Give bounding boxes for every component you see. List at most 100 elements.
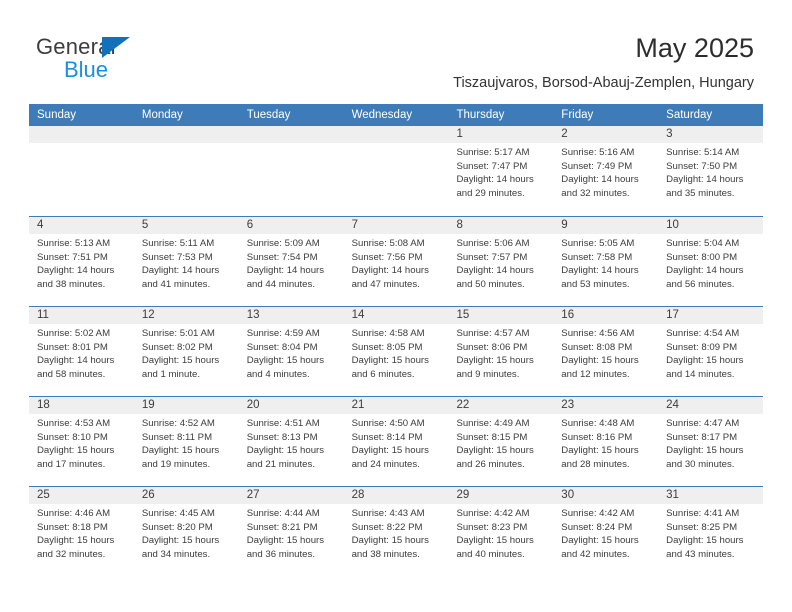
daylight-text-line1: Daylight: 15 hours	[666, 535, 744, 546]
day-cell[interactable]: 11 Sunrise: 5:02 AM Sunset: 8:01 PM Dayl…	[29, 307, 134, 396]
day-details	[29, 143, 134, 146]
day-cell[interactable]: 15 Sunrise: 4:57 AM Sunset: 8:06 PM Dayl…	[448, 307, 554, 396]
day-cell[interactable]: 25 Sunrise: 4:46 AM Sunset: 8:18 PM Dayl…	[29, 487, 134, 576]
daylight-text-line1: Daylight: 14 hours	[37, 265, 115, 276]
day-details	[239, 143, 344, 146]
day-cell[interactable]: 27 Sunrise: 4:44 AM Sunset: 8:21 PM Dayl…	[238, 487, 344, 576]
daylight-text-line2: and 50 minutes.	[456, 278, 525, 290]
day-number-band: 12	[133, 307, 239, 324]
day-details: Sunrise: 5:09 AM Sunset: 7:54 PM Dayligh…	[239, 234, 344, 291]
day-cell[interactable]: 22 Sunrise: 4:49 AM Sunset: 8:15 PM Dayl…	[448, 397, 554, 486]
sunset-text: Sunset: 8:16 PM	[561, 431, 633, 443]
sunrise-text: Sunrise: 4:41 AM	[666, 508, 740, 519]
sunset-text: Sunset: 8:17 PM	[666, 431, 738, 443]
daylight-text-line2: and 9 minutes.	[456, 368, 520, 380]
sunrise-text: Sunrise: 4:50 AM	[351, 418, 425, 429]
day-cell[interactable]: 24 Sunrise: 4:47 AM Sunset: 8:17 PM Dayl…	[658, 397, 764, 486]
weekday-header-row: Sunday Monday Tuesday Wednesday Thursday…	[29, 104, 763, 126]
weekday-header-monday: Monday	[141, 109, 183, 121]
week-row: 18 Sunrise: 4:53 AM Sunset: 8:10 PM Dayl…	[29, 396, 764, 486]
daylight-text-line2: and 38 minutes.	[351, 548, 420, 560]
sunset-text: Sunset: 8:04 PM	[246, 341, 318, 353]
sunrise-text: Sunrise: 4:48 AM	[561, 418, 635, 429]
day-cell[interactable]: 21 Sunrise: 4:50 AM Sunset: 8:14 PM Dayl…	[343, 397, 449, 486]
daylight-text-line1: Daylight: 14 hours	[561, 265, 639, 276]
day-cell[interactable]: 9 Sunrise: 5:05 AM Sunset: 7:58 PM Dayli…	[553, 217, 659, 306]
week-row: 25 Sunrise: 4:46 AM Sunset: 8:18 PM Dayl…	[29, 486, 764, 576]
day-number: 14	[351, 309, 365, 321]
day-number-band: 2	[553, 126, 659, 143]
day-cell[interactable]: 7 Sunrise: 5:08 AM Sunset: 7:56 PM Dayli…	[343, 217, 449, 306]
sunset-text: Sunset: 8:14 PM	[351, 431, 423, 443]
day-number-band: 9	[553, 217, 659, 234]
day-cell[interactable]: 30 Sunrise: 4:42 AM Sunset: 8:24 PM Dayl…	[553, 487, 659, 576]
sunrise-text: Sunrise: 4:59 AM	[246, 328, 320, 339]
daylight-text-line2: and 41 minutes.	[141, 278, 211, 290]
daylight-text-line2: and 29 minutes.	[456, 187, 525, 199]
day-number: 8	[456, 219, 463, 231]
day-cell[interactable]: 5 Sunrise: 5:11 AM Sunset: 7:53 PM Dayli…	[133, 217, 239, 306]
sunset-text: Sunset: 8:25 PM	[666, 521, 738, 533]
sunrise-text: Sunrise: 4:44 AM	[246, 508, 320, 519]
day-cell[interactable]: 16 Sunrise: 4:56 AM Sunset: 8:08 PM Dayl…	[553, 307, 659, 396]
day-cell[interactable]: 20 Sunrise: 4:51 AM Sunset: 8:13 PM Dayl…	[238, 397, 344, 486]
daylight-text-line2: and 40 minutes.	[456, 548, 525, 560]
daylight-text-line1: Daylight: 15 hours	[37, 535, 115, 546]
weekday-header-wednesday: Wednesday	[351, 109, 413, 121]
day-cell[interactable]	[133, 126, 239, 216]
day-details: Sunrise: 4:42 AM Sunset: 8:23 PM Dayligh…	[448, 504, 553, 561]
sunset-text: Sunset: 7:47 PM	[456, 160, 528, 172]
day-cell[interactable]: 13 Sunrise: 4:59 AM Sunset: 8:04 PM Dayl…	[238, 307, 344, 396]
day-cell[interactable]: 17 Sunrise: 4:54 AM Sunset: 8:09 PM Dayl…	[658, 307, 764, 396]
day-cell[interactable]: 6 Sunrise: 5:09 AM Sunset: 7:54 PM Dayli…	[238, 217, 344, 306]
day-cell[interactable]: 1 Sunrise: 5:17 AM Sunset: 7:47 PM Dayli…	[448, 126, 554, 216]
day-cell[interactable]: 10 Sunrise: 5:04 AM Sunset: 8:00 PM Dayl…	[658, 217, 764, 306]
sunrise-text: Sunrise: 4:43 AM	[351, 508, 425, 519]
day-cell[interactable]	[29, 126, 134, 216]
day-number: 17	[666, 309, 679, 321]
daylight-text-line2: and 32 minutes.	[561, 187, 630, 199]
day-cell[interactable]: 12 Sunrise: 5:01 AM Sunset: 8:02 PM Dayl…	[133, 307, 239, 396]
sunset-text: Sunset: 7:53 PM	[141, 251, 213, 263]
day-cell[interactable]: 8 Sunrise: 5:06 AM Sunset: 7:57 PM Dayli…	[448, 217, 554, 306]
day-details: Sunrise: 4:44 AM Sunset: 8:21 PM Dayligh…	[239, 504, 344, 561]
general-blue-logo[interactable]: General Blue	[36, 34, 186, 86]
day-cell[interactable]: 26 Sunrise: 4:45 AM Sunset: 8:20 PM Dayl…	[133, 487, 239, 576]
sunrise-text: Sunrise: 5:09 AM	[246, 238, 320, 249]
day-cell[interactable]: 2 Sunrise: 5:16 AM Sunset: 7:49 PM Dayli…	[553, 126, 659, 216]
sunset-text: Sunset: 8:06 PM	[456, 341, 528, 353]
day-cell[interactable]: 23 Sunrise: 4:48 AM Sunset: 8:16 PM Dayl…	[553, 397, 659, 486]
daylight-text-line1: Daylight: 14 hours	[141, 265, 220, 276]
day-cell[interactable]: 14 Sunrise: 4:58 AM Sunset: 8:05 PM Dayl…	[343, 307, 449, 396]
week-row: 11 Sunrise: 5:02 AM Sunset: 8:01 PM Dayl…	[29, 306, 764, 396]
day-number-band: 1	[448, 126, 554, 143]
day-cell[interactable]	[343, 126, 449, 216]
daylight-text-line1: Daylight: 15 hours	[141, 445, 220, 456]
sunrise-text: Sunrise: 4:45 AM	[141, 508, 215, 519]
daylight-text-line1: Daylight: 15 hours	[561, 445, 639, 456]
daylight-text-line2: and 36 minutes.	[246, 548, 315, 560]
day-number: 1	[456, 128, 463, 140]
daylight-text-line2: and 1 minute.	[141, 368, 200, 380]
day-details	[134, 143, 239, 146]
sunrise-text: Sunrise: 4:58 AM	[351, 328, 425, 339]
daylight-text-line2: and 43 minutes.	[666, 548, 735, 560]
day-details: Sunrise: 5:01 AM Sunset: 8:02 PM Dayligh…	[134, 324, 239, 381]
day-details: Sunrise: 5:04 AM Sunset: 8:00 PM Dayligh…	[658, 234, 763, 291]
day-cell[interactable]: 29 Sunrise: 4:42 AM Sunset: 8:23 PM Dayl…	[448, 487, 554, 576]
day-cell[interactable]: 28 Sunrise: 4:43 AM Sunset: 8:22 PM Dayl…	[343, 487, 449, 576]
day-cell[interactable]: 19 Sunrise: 4:52 AM Sunset: 8:11 PM Dayl…	[133, 397, 239, 486]
sunset-text: Sunset: 7:50 PM	[666, 160, 738, 172]
day-cell[interactable]: 4 Sunrise: 5:13 AM Sunset: 7:51 PM Dayli…	[29, 217, 134, 306]
day-cell[interactable]: 31 Sunrise: 4:41 AM Sunset: 8:25 PM Dayl…	[658, 487, 764, 576]
calendar-page: General Blue May 2025 Tiszaujvaros, Bors…	[0, 0, 792, 612]
day-cell[interactable]	[238, 126, 344, 216]
day-cell[interactable]: 18 Sunrise: 4:53 AM Sunset: 8:10 PM Dayl…	[29, 397, 134, 486]
sunset-text: Sunset: 8:24 PM	[561, 521, 633, 533]
day-number-band: 23	[553, 397, 659, 414]
day-number-band	[238, 126, 344, 143]
weekday-header-friday: Friday	[561, 109, 594, 121]
sunset-text: Sunset: 8:18 PM	[37, 521, 108, 533]
day-cell[interactable]: 3 Sunrise: 5:14 AM Sunset: 7:50 PM Dayli…	[658, 126, 764, 216]
day-number-band: 4	[29, 217, 134, 234]
